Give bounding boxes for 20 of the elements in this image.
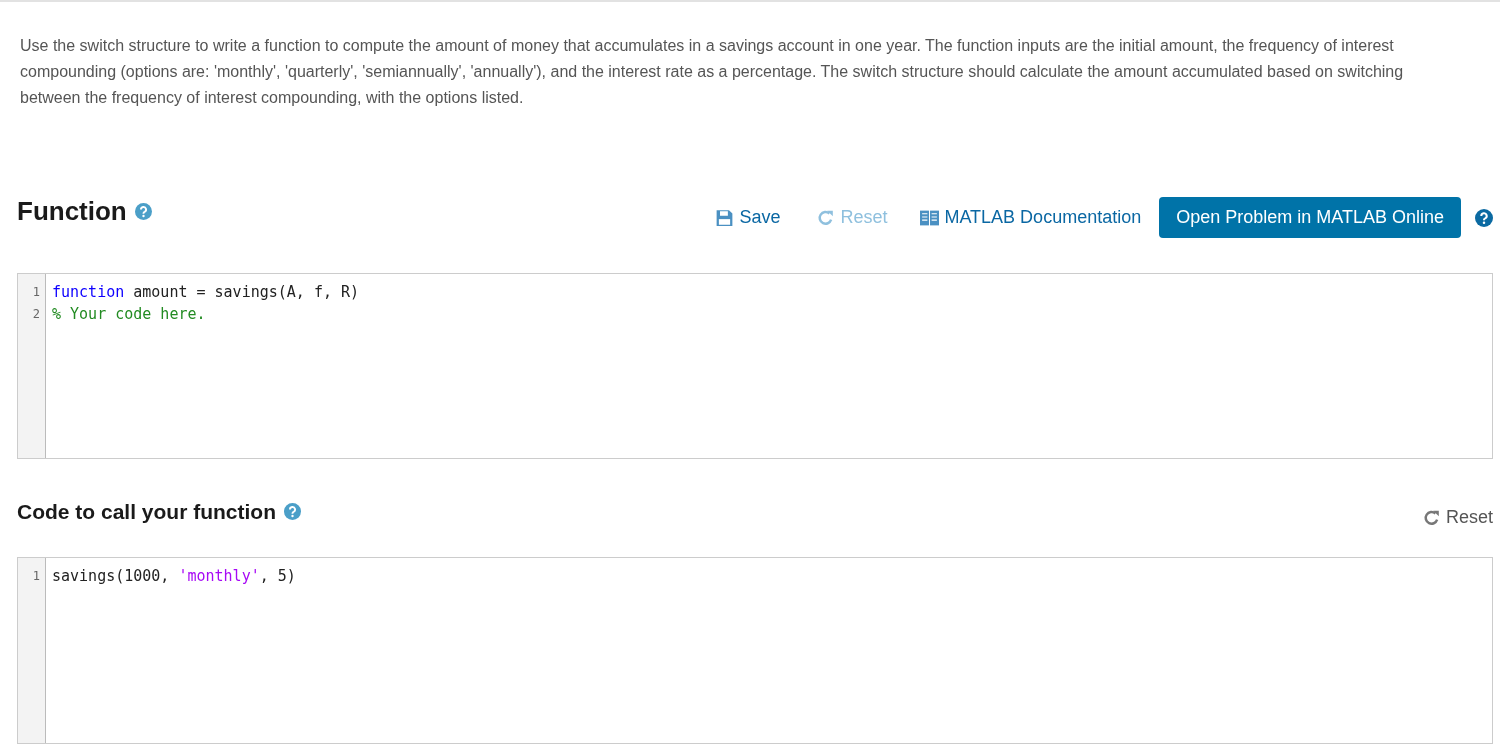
save-button[interactable]: Save [715,207,781,228]
help-icon[interactable] [134,203,152,220]
code-line: savings(1000, 'monthly', 5) [52,566,296,587]
help-icon[interactable] [1475,208,1493,227]
line-number: 1 [31,284,41,301]
refresh-icon [816,208,836,227]
code-line: % Your code here. [52,304,207,325]
code-line: function amount = savings(A, f, R) [52,282,360,303]
section-title: Function [17,196,127,227]
code-editor[interactable]: 1 savings(1000, 'monthly', 5) [17,557,1493,744]
open-in-matlab-online-button[interactable]: Open Problem in MATLAB Online [1159,197,1461,238]
section-title: Code to call your function [17,499,276,524]
help-icon[interactable] [284,503,301,520]
problem-description: Use the switch structure to write a function to compute the amount of money that accumulates in a savings account in one year. The function inputs are the initial amount, the frequency of interest compounding (options are: 'monthly', 'quarterly', 'semiannually', 'annually'), and the interest rate as a percentage. The switch structure should calculate the amount accumulated based on switching between the frequency of interest compounding, with the options listed. [20,36,1405,108]
reset-button[interactable]: Reset [1421,507,1493,528]
line-number: 1 [31,568,41,585]
line-number: 2 [31,306,41,323]
book-icon [920,208,940,227]
code-editor[interactable]: 1 2 function amount = savings(A, f, R) % Your code here. [17,273,1493,459]
documentation-link[interactable]: MATLAB Documentation [920,207,1142,228]
